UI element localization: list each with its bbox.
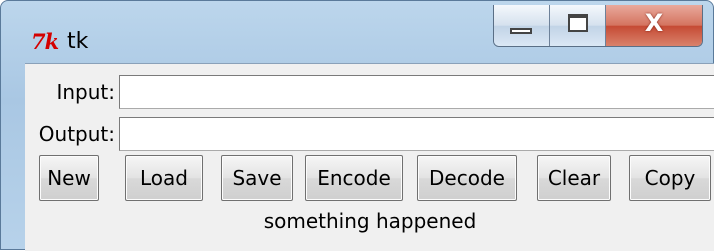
close-button[interactable]: X bbox=[606, 5, 702, 46]
tk-logo-icon: 7k bbox=[31, 29, 59, 54]
button-bar: New Load Save Encode Decode Clear Copy bbox=[35, 155, 714, 203]
title-bar[interactable]: 7k tk X bbox=[9, 5, 705, 61]
output-row: Output: bbox=[25, 114, 714, 154]
load-button[interactable]: Load bbox=[125, 155, 203, 201]
input-label: Input: bbox=[56, 80, 115, 104]
input-field[interactable] bbox=[119, 75, 714, 109]
app-window: 7k tk X Input: Output: New Load Save Enc… bbox=[0, 0, 714, 251]
decode-button[interactable]: Decode bbox=[417, 155, 517, 201]
output-field[interactable] bbox=[119, 117, 714, 151]
main-panel: Input: Output: New Load Save Encode Deco… bbox=[25, 63, 714, 251]
minimize-icon bbox=[510, 28, 532, 34]
input-row: Input: bbox=[25, 72, 714, 112]
encode-button[interactable]: Encode bbox=[305, 155, 403, 201]
close-icon: X bbox=[644, 9, 664, 37]
clear-button[interactable]: Clear bbox=[537, 155, 611, 201]
window-title: tk bbox=[67, 29, 89, 54]
minimize-button[interactable] bbox=[494, 5, 550, 46]
output-label: Output: bbox=[38, 122, 115, 146]
save-button[interactable]: Save bbox=[221, 155, 293, 201]
maximize-icon bbox=[568, 14, 588, 32]
copy-button[interactable]: Copy bbox=[629, 155, 711, 201]
maximize-button[interactable] bbox=[550, 5, 606, 46]
new-button[interactable]: New bbox=[39, 155, 99, 201]
caption-buttons: X bbox=[493, 5, 703, 47]
status-label: something happened bbox=[263, 209, 477, 233]
